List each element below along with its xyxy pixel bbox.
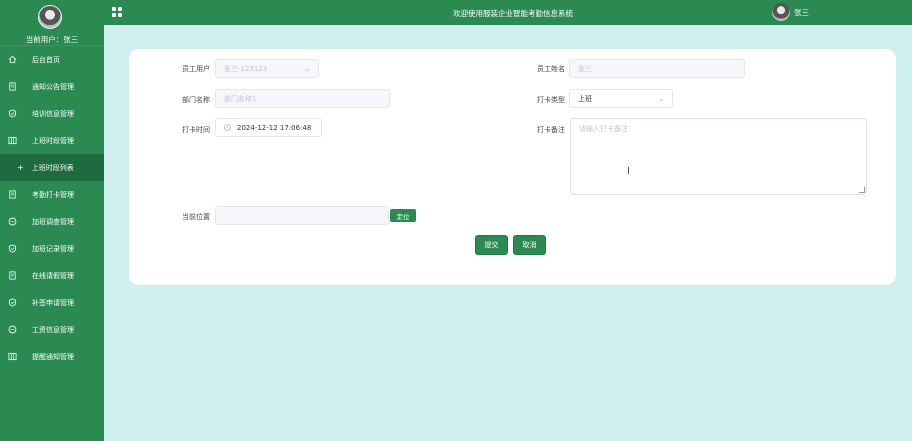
employee-name-field[interactable]: 张三 (569, 59, 745, 78)
location-field[interactable] (215, 206, 389, 225)
sidebar-item-overtime-survey[interactable]: 加班调查管理 (0, 208, 104, 235)
avatar[interactable] (772, 3, 790, 21)
sidebar-item-shift-list[interactable]: + 上班时段列表 (0, 154, 104, 181)
header-user[interactable]: 张三 (772, 3, 809, 21)
text-cursor-icon: I (627, 166, 630, 177)
home-icon (7, 55, 17, 65)
location-label: 当前位置 (182, 213, 210, 221)
sidebar-item-shift-management[interactable]: 上班时段管理 (0, 127, 104, 154)
punch-type-label: 打卡类型 (537, 96, 565, 104)
document-icon (7, 82, 17, 92)
sidebar-item-label: 在线请假管理 (32, 271, 74, 280)
sidebar-item-label: 上班时段管理 (32, 136, 74, 145)
resize-handle-icon[interactable] (859, 187, 865, 193)
sidebar-item-resign[interactable]: 补签申请管理 (0, 289, 104, 316)
employee-user-value: 张三-123123 (224, 64, 268, 73)
sidebar-item-notices[interactable]: 通知公告管理 (0, 73, 104, 100)
cancel-button[interactable]: 取消 (513, 235, 546, 255)
avatar[interactable] (38, 5, 62, 29)
punch-time-picker[interactable]: 2024-12-12 17:06:48 (215, 118, 322, 137)
sidebar-item-label: 提醒通知管理 (32, 352, 74, 361)
sidebar-menu: 后台首页 通知公告管理 培训信息管理 上班时段管理 + 上班时段列表 考勤打卡管… (0, 46, 104, 370)
punch-time-label: 打卡时间 (182, 126, 210, 134)
employee-name-label: 员工姓名 (537, 65, 565, 73)
sidebar-item-dashboard[interactable]: 后台首页 (0, 46, 104, 73)
remark-label: 打卡备注 (537, 126, 565, 134)
sidebar-item-label: 加班调查管理 (32, 217, 74, 226)
department-label: 部门名称 (182, 96, 210, 104)
sidebar-profile: 当前用户：张三 (0, 0, 104, 46)
employee-name-value: 张三 (578, 64, 592, 73)
sidebar: 当前用户：张三 后台首页 通知公告管理 培训信息管理 上班时段管理 + 上班时段… (0, 0, 104, 441)
sidebar-item-leave[interactable]: 在线请假管理 (0, 262, 104, 289)
sidebar-item-label: 通知公告管理 (32, 82, 74, 91)
punch-type-value: 上班 (578, 94, 592, 103)
chevron-down-icon: ⌄ (657, 94, 667, 103)
sidebar-item-label: 上班时段列表 (31, 163, 74, 172)
sidebar-item-label: 补签申请管理 (32, 298, 74, 307)
sidebar-item-label: 培训信息管理 (32, 109, 74, 118)
shield-icon (7, 298, 17, 308)
punch-type-select[interactable]: 上班 ⌄ (569, 89, 673, 108)
document-icon (7, 271, 17, 281)
columns-icon (7, 136, 17, 146)
top-header: 欢迎使用服装企业智能考勤信息系统 张三 (104, 0, 912, 25)
sidebar-item-training[interactable]: 培训信息管理 (0, 100, 104, 127)
employee-user-label: 员工用户 (182, 65, 210, 73)
sidebar-item-label: 后台首页 (32, 55, 60, 64)
sidebar-item-attendance[interactable]: 考勤打卡管理 (0, 181, 104, 208)
chat-icon (7, 325, 17, 335)
current-user-label: 当前用户：张三 (25, 35, 79, 44)
clock-icon (224, 124, 231, 131)
form-card: 员工用户 张三-123123 ⌄ 员工姓名 张三 部门名称 部门名称1 打卡类型… (129, 49, 896, 285)
shield-icon (7, 109, 17, 119)
shield-icon (7, 244, 17, 254)
locate-button[interactable]: 定位 (390, 209, 416, 222)
department-field[interactable]: 部门名称1 (215, 89, 390, 108)
chat-icon (7, 217, 17, 227)
remark-placeholder: 请输入打卡备注 (579, 125, 628, 133)
sidebar-item-label: 工资信息管理 (32, 325, 74, 334)
chevron-down-icon: ⌄ (303, 64, 313, 73)
sidebar-item-label: 加班记录管理 (32, 244, 74, 253)
plus-icon: + (17, 163, 24, 172)
sidebar-item-reminders[interactable]: 提醒通知管理 (0, 343, 104, 370)
document-icon (7, 190, 17, 200)
sidebar-item-label: 考勤打卡管理 (32, 190, 74, 199)
punch-time-value: 2024-12-12 17:06:48 (237, 123, 312, 132)
sidebar-item-salary[interactable]: 工资信息管理 (0, 316, 104, 343)
employee-user-select[interactable]: 张三-123123 ⌄ (215, 59, 319, 78)
sidebar-item-overtime-records[interactable]: 加班记录管理 (0, 235, 104, 262)
submit-button[interactable]: 提交 (475, 235, 508, 255)
columns-icon (7, 352, 17, 362)
remark-textarea[interactable]: 请输入打卡备注 (570, 118, 867, 195)
header-username: 张三 (794, 7, 809, 17)
department-value: 部门名称1 (224, 94, 257, 103)
